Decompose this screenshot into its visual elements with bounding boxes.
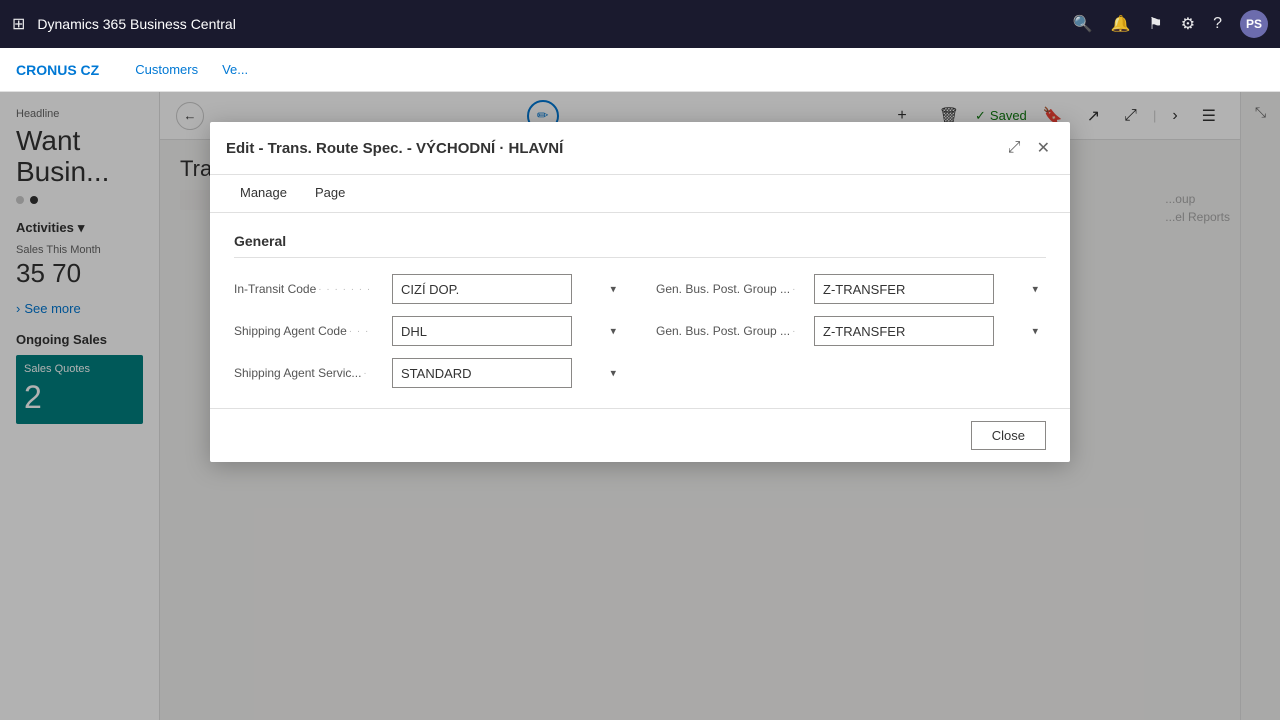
shipping-agent-code-select[interactable]: DHL — [392, 316, 572, 346]
section-general-title: General — [234, 233, 1046, 258]
avatar[interactable]: PS — [1240, 10, 1268, 38]
modal-overlay: Edit - Trans. Route Spec. - VÝCHODNÍ · H… — [0, 92, 1280, 720]
in-transit-code-wrapper: CIZÍ DOP. — [392, 274, 624, 304]
field-shipping-agent-service: Shipping Agent Servic... · STANDARD — [234, 358, 624, 388]
notification-icon[interactable]: 🔔 — [1110, 14, 1130, 34]
gen-bus-post-group-2-label: Gen. Bus. Post. Group ... · — [656, 324, 806, 338]
nav-customers[interactable]: Customers — [123, 48, 210, 92]
close-button[interactable]: Close — [971, 421, 1046, 450]
in-transit-code-select[interactable]: CIZÍ DOP. — [392, 274, 572, 304]
modal-close-icon[interactable]: ✕ — [1033, 136, 1054, 160]
modal-header: Edit - Trans. Route Spec. - VÝCHODNÍ · H… — [210, 122, 1070, 175]
modal-title: Edit - Trans. Route Spec. - VÝCHODNÍ · H… — [226, 140, 1004, 157]
flag-icon[interactable]: ⚑ — [1148, 14, 1162, 34]
edit-modal: Edit - Trans. Route Spec. - VÝCHODNÍ · H… — [210, 122, 1070, 462]
gen-bus-post-group-2-wrapper: Z-TRANSFER — [814, 316, 1046, 346]
shipping-agent-service-label: Shipping Agent Servic... · — [234, 366, 384, 380]
search-icon[interactable]: 🔍 — [1073, 14, 1093, 34]
top-bar-icons: 🔍 🔔 ⚑ ⚙ ? PS — [1073, 10, 1268, 38]
tab-manage[interactable]: Manage — [226, 175, 301, 212]
role-nav: CRONUS CZ Customers Ve... — [0, 48, 1280, 92]
tab-page[interactable]: Page — [301, 175, 359, 212]
help-icon[interactable]: ? — [1213, 15, 1222, 33]
settings-icon[interactable]: ⚙ — [1181, 14, 1195, 34]
in-transit-code-label: In-Transit Code · · · · · · · — [234, 282, 384, 296]
gen-bus-post-group-1-label: Gen. Bus. Post. Group ... · — [656, 282, 806, 296]
field-shipping-agent-code: Shipping Agent Code · · · DHL — [234, 316, 624, 346]
waffle-menu-icon[interactable]: ⊞ — [12, 14, 25, 34]
field-in-transit-code: In-Transit Code · · · · · · · CIZÍ DOP. — [234, 274, 624, 304]
field-gen-bus-post-group-1: Gen. Bus. Post. Group ... · Z-TRANSFER — [656, 274, 1046, 304]
modal-body: General In-Transit Code · · · · · · · CI… — [210, 213, 1070, 408]
brand-name: CRONUS CZ — [16, 62, 99, 78]
shipping-agent-code-wrapper: DHL — [392, 316, 624, 346]
form-grid: In-Transit Code · · · · · · · CIZÍ DOP. — [234, 274, 1046, 388]
modal-tabs: Manage Page — [210, 175, 1070, 213]
modal-footer: Close — [210, 408, 1070, 462]
gen-bus-post-group-1-wrapper: Z-TRANSFER — [814, 274, 1046, 304]
main-area: Headline Want Busin... Activities ▾ Sale… — [0, 92, 1280, 720]
top-bar: ⊞ Dynamics 365 Business Central 🔍 🔔 ⚑ ⚙ … — [0, 0, 1280, 48]
nav-vendors[interactable]: Ve... — [210, 48, 260, 92]
modal-expand-icon[interactable]: ⤢ — [1004, 137, 1025, 159]
shipping-agent-code-label: Shipping Agent Code · · · — [234, 324, 384, 338]
gen-bus-post-group-1-select[interactable]: Z-TRANSFER — [814, 274, 994, 304]
modal-header-icons: ⤢ ✕ — [1004, 136, 1054, 160]
gen-bus-post-group-2-select[interactable]: Z-TRANSFER — [814, 316, 994, 346]
shipping-agent-service-wrapper: STANDARD — [392, 358, 624, 388]
shipping-agent-service-select[interactable]: STANDARD — [392, 358, 572, 388]
empty-cell — [656, 358, 1046, 388]
app-title: Dynamics 365 Business Central — [37, 16, 1060, 32]
field-gen-bus-post-group-2: Gen. Bus. Post. Group ... · Z-TRANSFER — [656, 316, 1046, 346]
